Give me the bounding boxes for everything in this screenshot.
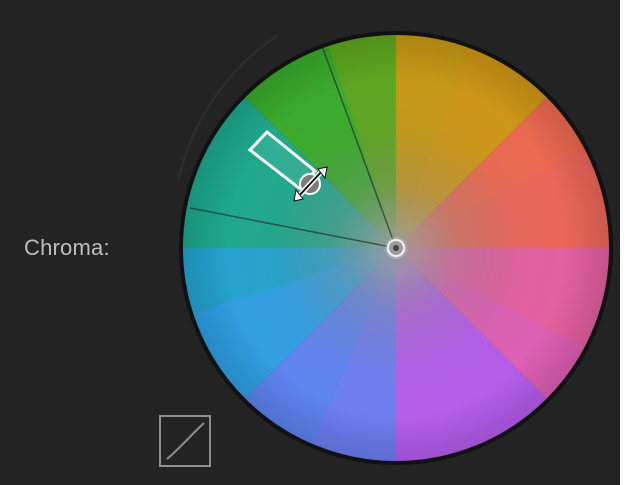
right-margin bbox=[620, 0, 629, 485]
curve-button[interactable] bbox=[159, 415, 211, 467]
center-point-icon[interactable] bbox=[385, 237, 407, 259]
chroma-panel: Chroma: bbox=[0, 0, 620, 485]
chroma-wheel-area bbox=[0, 0, 620, 485]
curve-icon bbox=[166, 422, 205, 460]
chroma-wheel[interactable] bbox=[0, 0, 620, 485]
